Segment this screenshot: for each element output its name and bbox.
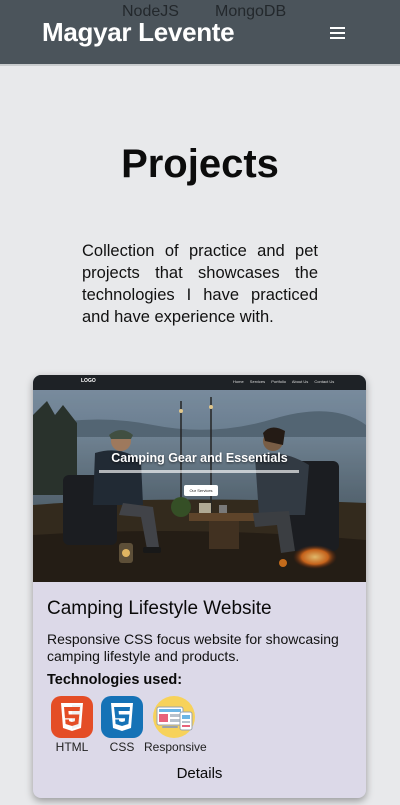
camping-photo — [33, 375, 366, 582]
html5-icon — [51, 696, 93, 738]
css3-icon — [101, 696, 143, 738]
site-brand[interactable]: Magyar Levente — [42, 17, 235, 48]
screenshot-nav-link: About Us — [291, 379, 309, 384]
screenshot-nav-links: Home Services Portfolio About Us Contact… — [233, 379, 339, 384]
tech-label-css: CSS — [109, 740, 135, 754]
screenshot-nav-link: Services — [249, 379, 266, 384]
responsive-devices-icon — [153, 696, 195, 738]
site-header: NodeJS MongoDB Magyar Levente — [0, 0, 400, 66]
screenshot-navbar: LOGO Home Services Portfolio About Us Co… — [33, 375, 366, 390]
tech-item-responsive: Responsive — [144, 695, 207, 754]
project-title: Camping Lifestyle Website — [47, 598, 272, 619]
screenshot-hero-subtitle — [99, 470, 299, 473]
screenshot-hero-button: Our Services — [184, 485, 218, 496]
screenshot-nav-link: Portfolio — [271, 379, 286, 384]
projects-intro: Collection of practice and pet projects … — [82, 242, 318, 326]
tech-item-css: CSS — [92, 695, 152, 754]
project-screenshot[interactable]: LOGO Home Services Portfolio About Us Co… — [33, 375, 366, 582]
screenshot-logo: LOGO — [81, 378, 96, 384]
page-title: Projects — [121, 142, 279, 186]
hamburger-icon[interactable] — [328, 24, 348, 41]
tech-label-responsive: Responsive — [144, 740, 207, 754]
technologies-heading: Technologies used: — [47, 672, 183, 688]
screenshot-hero-title: Camping Gear and Essentials — [111, 451, 288, 465]
screenshot-nav-link: Home — [233, 379, 244, 384]
screenshot-nav-link: Contact Us — [314, 379, 335, 384]
project-description: Responsive CSS focus website for showcas… — [47, 631, 339, 664]
details-button[interactable]: Details — [33, 765, 366, 782]
project-card: LOGO Home Services Portfolio About Us Co… — [33, 375, 366, 798]
